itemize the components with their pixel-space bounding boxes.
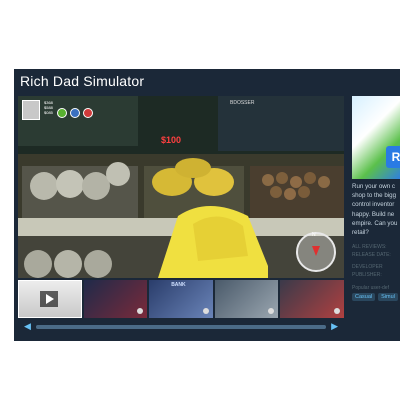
game-info-sidebar: R Run your own c shop to the bigg contro… — [352, 96, 400, 336]
thumbnail-strip: BANK — [18, 280, 344, 318]
hud-top-left: $368 $588 $085 — [22, 100, 93, 120]
game-meta: ALL REVIEWS: RELEASE DATE: DEVELOPER PUB… — [352, 243, 400, 279]
map-pin-icon — [312, 246, 320, 256]
hud-stat: $085 — [44, 110, 53, 115]
thumbnail-scrollbar[interactable]: ◀ ▶ — [18, 320, 344, 334]
player-avatar — [22, 100, 40, 120]
play-icon — [40, 291, 58, 307]
scroll-left-icon[interactable]: ◀ — [24, 321, 31, 332]
description-line: Run your own c — [352, 183, 395, 190]
description-line: shop to the bigg — [352, 192, 397, 200]
description-line: happy. Build ne — [352, 210, 395, 218]
tags-label: Popular user-def — [352, 285, 389, 292]
game-description: Run your own c shop to the bigg control … — [352, 182, 400, 237]
red-status-icon — [82, 108, 93, 118]
hud-stats: $368 $588 $085 — [44, 100, 53, 115]
hud-status-icons — [56, 108, 93, 118]
tag-list: Casual Simul — [352, 293, 400, 302]
screenshot-thumbnail[interactable] — [214, 280, 279, 318]
price-popup: $100 — [161, 135, 182, 145]
all-reviews-label: ALL REVIEWS: — [352, 244, 387, 251]
thumbnail-dot-icon — [202, 308, 209, 314]
steam-store-panel: Rich Dad Simulator $368 $588 $085 BDOSSE… — [14, 69, 400, 341]
release-date-label: RELEASE DATE: — [352, 252, 391, 259]
bank-label: BANK — [171, 282, 186, 288]
thumbnail-dot-icon — [137, 308, 144, 314]
publisher-label: PUBLISHER: — [352, 272, 382, 279]
screenshot-thumbnail[interactable] — [280, 280, 344, 318]
green-status-icon — [56, 108, 67, 118]
video-thumbnail[interactable] — [18, 280, 82, 318]
scroll-right-icon[interactable]: ▶ — [331, 321, 338, 332]
main-screenshot[interactable]: $368 $588 $085 BDOSSER $100 N — [18, 96, 344, 278]
store-sign: BDOSSER — [230, 100, 255, 106]
developer-label: DEVELOPER — [352, 264, 383, 271]
description-line: control inventor — [352, 201, 395, 209]
compass-minimap: N — [296, 232, 336, 272]
game-title: Rich Dad Simulator — [20, 73, 145, 89]
thumbnail-dot-icon — [333, 308, 340, 314]
scroll-thumb[interactable] — [36, 325, 326, 329]
compass-north-label: N — [312, 232, 316, 238]
tag-simulation[interactable]: Simul — [378, 293, 398, 302]
blue-status-icon — [69, 108, 80, 118]
screenshot-thumbnail[interactable] — [83, 280, 148, 318]
tag-casual[interactable]: Casual — [352, 293, 376, 302]
description-line: empire. Can you — [352, 219, 398, 227]
description-line: retail? — [352, 229, 369, 237]
thumbnail-dot-icon — [268, 308, 275, 314]
game-logo: R — [386, 146, 400, 168]
game-capsule-image[interactable]: R — [352, 96, 400, 179]
screenshot-thumbnail-bank[interactable]: BANK — [149, 280, 213, 318]
